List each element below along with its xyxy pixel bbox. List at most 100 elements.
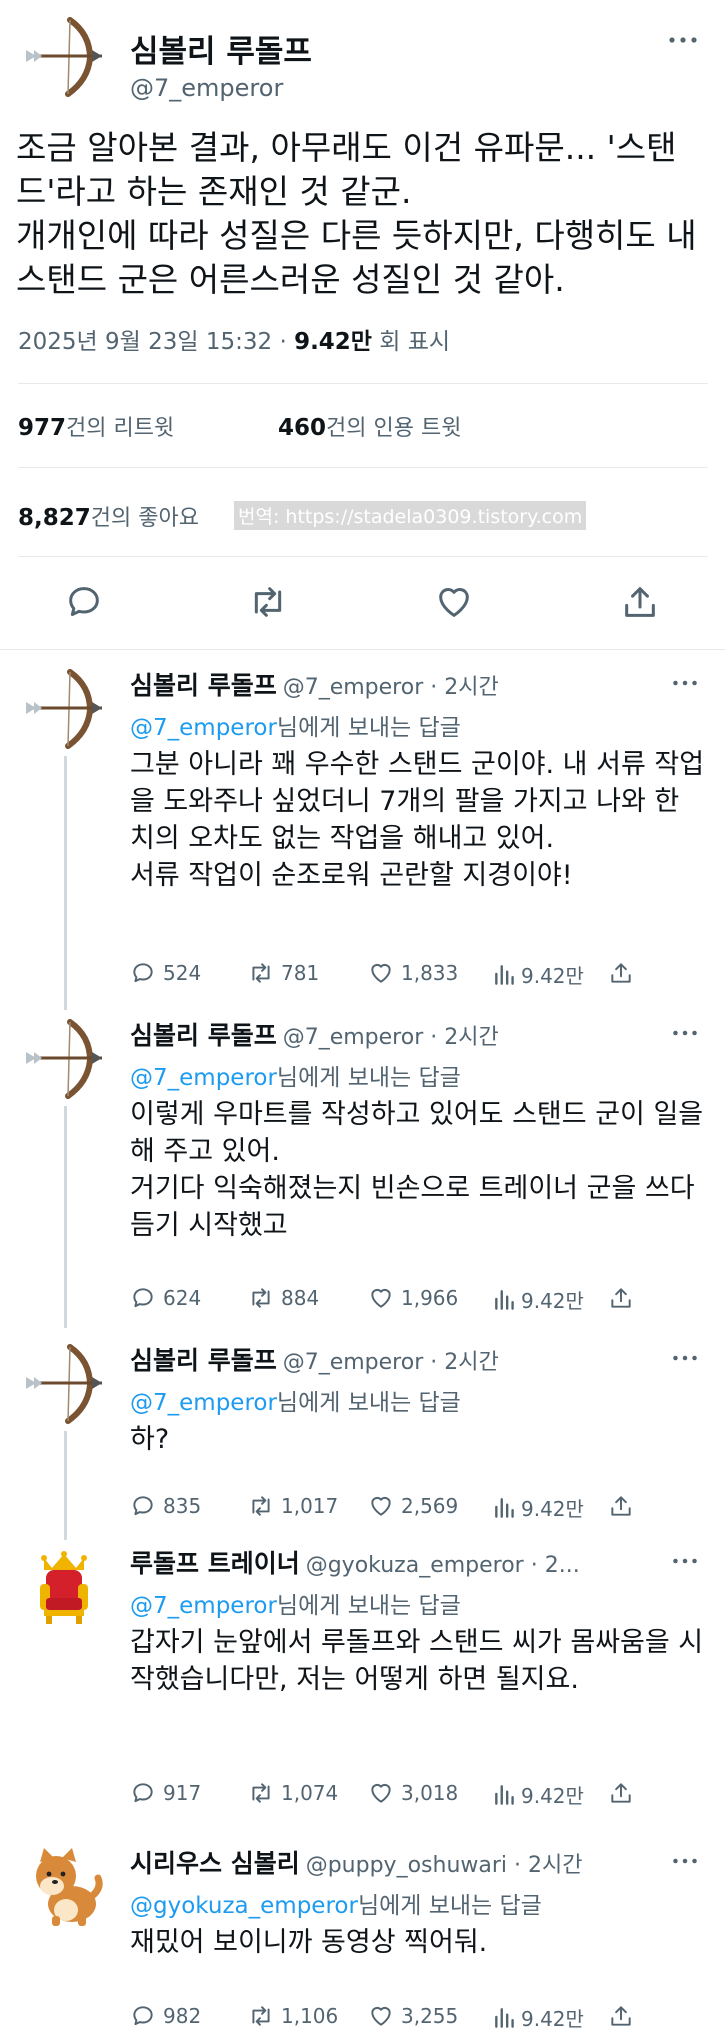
author-name[interactable]: 심볼리 루돌프 xyxy=(130,26,312,71)
views-icon xyxy=(492,1782,518,1808)
reply-icon[interactable] xyxy=(64,582,104,622)
retweet-icon xyxy=(248,1780,274,1806)
share-icon xyxy=(608,1493,634,1519)
retweet-icon xyxy=(248,1285,274,1311)
views-button[interactable]: 9.42만 xyxy=(492,2003,584,2032)
retweet-button[interactable]: 781 xyxy=(248,960,319,986)
action-bar: 917 1,074 3,018 9.42만 xyxy=(130,1780,630,1810)
views-button[interactable]: 9.42만 xyxy=(492,1780,584,1809)
reply-time[interactable]: · 2시간 xyxy=(423,1025,498,1050)
reply-time[interactable]: · 2시간 xyxy=(423,1350,498,1375)
views-button[interactable]: 9.42만 xyxy=(492,960,584,989)
reply-author-handle[interactable]: @puppy_oshuwari xyxy=(306,1853,507,1878)
retweet-icon[interactable] xyxy=(248,582,288,622)
tweet-text: 조금 알아본 결과, 아무래도 이건 유파문... '스탠드'라고 하는 존재인… xyxy=(16,128,697,299)
retweet-button[interactable]: 1,017 xyxy=(248,1493,338,1519)
share-button[interactable] xyxy=(608,1285,641,1311)
tweet-meta: 2025년 9월 23일 15:32 · 9.42만 회 표시 xyxy=(18,322,450,356)
more-icon[interactable] xyxy=(668,34,698,46)
reply-button[interactable]: 624 xyxy=(130,1285,201,1311)
reply-time[interactable]: · 2시간 xyxy=(423,675,498,700)
reply-author-handle[interactable]: @gyokuza_emperor xyxy=(306,1553,524,1578)
share-icon xyxy=(608,960,634,986)
retweet-button[interactable]: 1,074 xyxy=(248,1780,338,1806)
views-icon xyxy=(492,1495,518,1521)
reply-author-name[interactable]: 심볼리 루돌프 xyxy=(130,1346,277,1375)
reply-author-handle[interactable]: @7_emperor xyxy=(283,675,424,700)
reply-icon xyxy=(130,2003,156,2029)
reply-author-name[interactable]: 루돌프 트레이너 xyxy=(130,1549,300,1578)
reply-button[interactable]: 835 xyxy=(130,1493,201,1519)
reply-author-name[interactable]: 시리우스 심볼리 xyxy=(130,1849,300,1878)
reply-author-handle[interactable]: @7_emperor xyxy=(283,1025,424,1050)
like-icon[interactable] xyxy=(434,582,474,622)
replying-to-handle[interactable]: @gyokuza_emperor xyxy=(130,1893,358,1919)
view-label: 회 표시 xyxy=(371,329,451,355)
like-button[interactable]: 3,018 xyxy=(368,1780,458,1806)
reply-header: 시리우스 심볼리 @puppy_oshuwari · 2시간 xyxy=(130,1844,583,1880)
share-button[interactable] xyxy=(608,2003,641,2029)
retweet-button[interactable]: 1,106 xyxy=(248,2003,338,2029)
reply-time[interactable]: · 2... xyxy=(524,1553,580,1578)
bow-avatar[interactable] xyxy=(22,1341,106,1425)
share-button[interactable] xyxy=(608,1780,641,1806)
reply-author-handle[interactable]: @7_emperor xyxy=(283,1350,424,1375)
like-button[interactable]: 2,569 xyxy=(368,1493,458,1519)
reply-button[interactable]: 917 xyxy=(130,1780,201,1806)
replying-to-label: 님에게 보내는 답글 xyxy=(276,1065,461,1091)
retweet-count: 977 xyxy=(18,415,67,441)
retweet-button[interactable]: 884 xyxy=(248,1285,319,1311)
more-icon[interactable] xyxy=(672,1353,698,1363)
reply-time[interactable]: · 2시간 xyxy=(507,1853,582,1878)
throne-avatar[interactable] xyxy=(22,1544,106,1628)
replying-to-handle[interactable]: @7_emperor xyxy=(130,1065,277,1091)
bow-avatar[interactable] xyxy=(22,666,106,750)
replying-to: @7_emperor님에게 보내는 답글 xyxy=(130,1058,461,1092)
replying-to-handle[interactable]: @7_emperor xyxy=(130,1390,277,1416)
views-button[interactable]: 9.42만 xyxy=(492,1285,584,1314)
more-icon[interactable] xyxy=(672,1028,698,1038)
bow-avatar[interactable] xyxy=(22,14,106,98)
view-count: 9.42만 xyxy=(521,1289,584,1313)
retweet-icon xyxy=(248,2003,274,2029)
replying-to-handle[interactable]: @7_emperor xyxy=(130,1593,277,1619)
replying-to-label: 님에게 보내는 답글 xyxy=(276,1390,461,1416)
like-icon xyxy=(368,1780,394,1806)
like-count: 3,018 xyxy=(401,1781,459,1805)
timestamp[interactable]: 2025년 9월 23일 15:32 · xyxy=(18,329,294,355)
dog-avatar[interactable] xyxy=(22,1844,106,1928)
more-icon[interactable] xyxy=(672,678,698,688)
like-icon xyxy=(368,1285,394,1311)
view-count: 9.42만 xyxy=(521,1497,584,1521)
reply-author-name[interactable]: 심볼리 루돌프 xyxy=(130,1021,277,1050)
share-button[interactable] xyxy=(608,960,641,986)
like-count: 3,255 xyxy=(401,2004,459,2028)
bow-avatar[interactable] xyxy=(22,1016,106,1100)
reply-text: 재밌어 보이니까 동영상 찍어둬. xyxy=(130,1927,488,1958)
share-icon[interactable] xyxy=(620,582,660,622)
main-tweet: 심볼리 루돌프 @7_emperor 조금 알아본 결과, 아무래도 이건 유파… xyxy=(0,0,725,650)
reply-count: 524 xyxy=(163,961,202,985)
reply-button[interactable]: 982 xyxy=(130,2003,201,2029)
retweet-stat[interactable]: 977건의 리트윗 xyxy=(18,410,174,442)
share-button[interactable] xyxy=(608,1493,641,1519)
views-button[interactable]: 9.42만 xyxy=(492,1493,584,1522)
like-button[interactable]: 1,966 xyxy=(368,1285,458,1311)
more-icon[interactable] xyxy=(672,1856,698,1866)
reply-text: 이렇게 우마트를 작성하고 있어도 스탠드 군이 일을 해 주고 있어. 거기다… xyxy=(130,1099,704,1241)
replying-to-handle[interactable]: @7_emperor xyxy=(130,715,277,741)
action-bar: 982 1,106 3,255 9.42만 xyxy=(130,2003,630,2033)
like-stat[interactable]: 8,827건의 좋아요 xyxy=(18,500,199,532)
reply-header: 심볼리 루돌프 @7_emperor · 2시간 xyxy=(130,1341,499,1377)
replying-to-label: 님에게 보내는 답글 xyxy=(276,1593,461,1619)
more-icon[interactable] xyxy=(672,1556,698,1566)
like-button[interactable]: 1,833 xyxy=(368,960,458,986)
author-handle[interactable]: @7_emperor xyxy=(130,74,283,102)
reply-count: 835 xyxy=(163,1494,202,1518)
like-button[interactable]: 3,255 xyxy=(368,2003,458,2029)
like-count: 1,833 xyxy=(401,961,459,985)
quote-stat[interactable]: 460건의 인용 트윗 xyxy=(278,410,461,442)
reply-button[interactable]: 524 xyxy=(130,960,201,986)
reply-count: 624 xyxy=(163,1286,202,1310)
reply-author-name[interactable]: 심볼리 루돌프 xyxy=(130,671,277,700)
